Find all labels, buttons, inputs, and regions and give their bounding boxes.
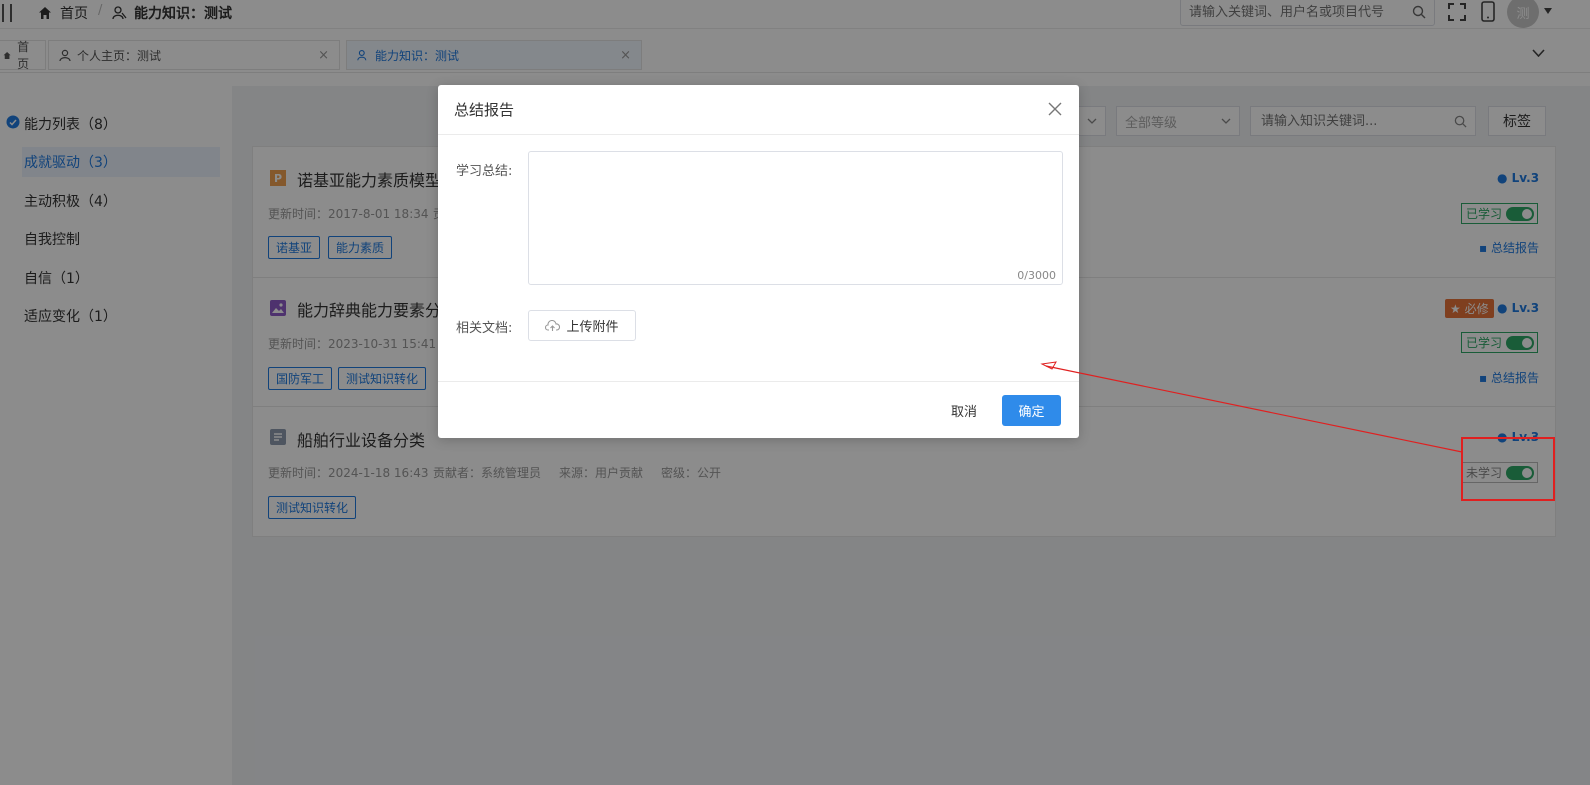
summary-report-dialog: 总结报告 学习总结: 0/3000 相关文档: 上传附件 取消 确定: [438, 85, 1079, 438]
dialog-footer-divider: [438, 381, 1079, 382]
docs-label: 相关文档:: [456, 321, 513, 336]
confirm-button-label: 确定: [1018, 405, 1045, 420]
cloud-upload-icon: [545, 319, 561, 331]
char-count: 0/3000: [1017, 269, 1056, 282]
summary-textarea[interactable]: 0/3000: [528, 151, 1063, 285]
cancel-button[interactable]: 取消: [940, 395, 988, 426]
dialog-title: 总结报告: [454, 101, 515, 119]
dialog-header-divider: [438, 134, 1079, 135]
cancel-button-label: 取消: [950, 405, 977, 420]
upload-button-label: 上传附件: [566, 320, 619, 335]
confirm-button[interactable]: 确定: [1002, 395, 1061, 426]
upload-button[interactable]: 上传附件: [528, 310, 636, 341]
close-icon[interactable]: [1048, 102, 1062, 116]
summary-label: 学习总结:: [456, 164, 513, 179]
